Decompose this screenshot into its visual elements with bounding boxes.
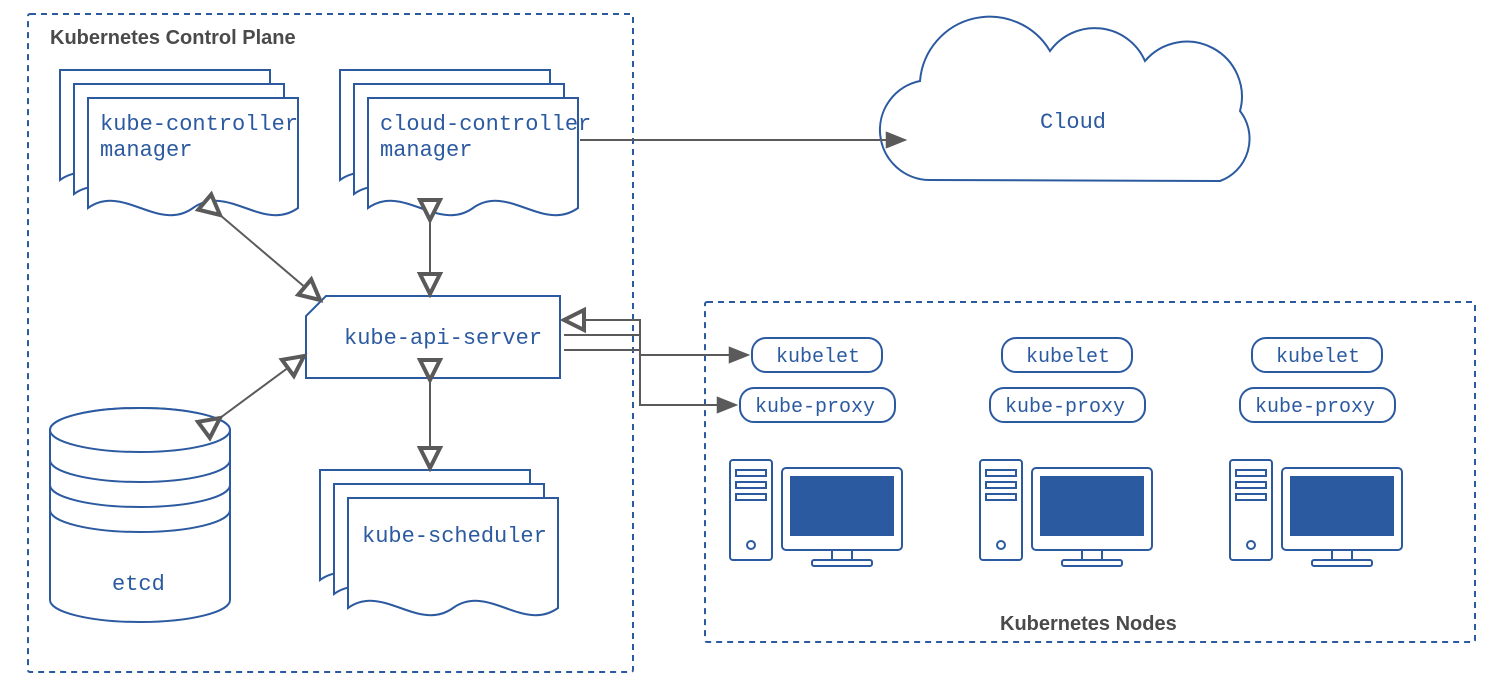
kube-controller-manager: kube-controllermanager — [60, 70, 298, 215]
node3-kubelet: kubelet — [1276, 346, 1360, 369]
kcm-label-1: kube-controller — [100, 112, 298, 137]
node1-kubelet: kubelet — [776, 346, 860, 369]
node2-kubeproxy: kube-proxy — [1005, 396, 1125, 419]
node2-workstation-icon — [980, 460, 1152, 566]
kcm-label-2: manager — [100, 138, 192, 163]
nodes-group: Kubernetes Nodes kubelet kube-proxy kube… — [705, 302, 1475, 642]
node3-workstation-icon — [1230, 460, 1402, 566]
kube-api-server: kube-api-server — [306, 296, 560, 378]
cloud-icon — [880, 17, 1250, 181]
scheduler-label: kube-scheduler — [362, 524, 547, 549]
control-plane-title: Kubernetes Control Plane — [50, 27, 296, 49]
etcd-label: etcd — [112, 572, 165, 597]
node2-kubelet: kubelet — [1026, 346, 1110, 369]
cloud-label: Cloud — [1040, 110, 1106, 135]
ccm-label-1: cloud-controller — [380, 112, 591, 137]
api-server-label: kube-api-server — [344, 326, 542, 351]
node1-workstation-icon — [730, 460, 902, 566]
cloud-controller-manager: cloud-controllermanager — [340, 70, 591, 215]
etcd: etcd — [50, 408, 230, 622]
control-plane-group: Kubernetes Control Plane kube-controller… — [28, 14, 633, 672]
node1-kubeproxy: kube-proxy — [755, 396, 875, 419]
nodes-title: Kubernetes Nodes — [1000, 613, 1177, 635]
node3-kubeproxy: kube-proxy — [1255, 396, 1375, 419]
kube-scheduler: kube-scheduler — [320, 470, 558, 615]
ccm-label-2: manager — [380, 138, 472, 163]
cloud-group: Cloud — [880, 17, 1250, 181]
